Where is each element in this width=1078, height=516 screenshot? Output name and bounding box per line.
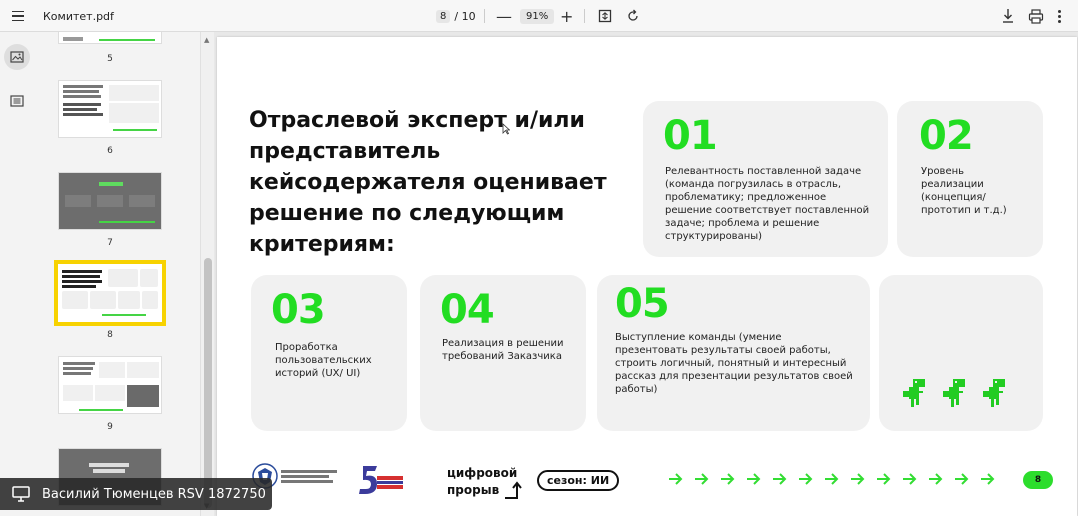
criterion-text: Реализация в решении требований Заказчик…	[442, 338, 564, 362]
pixel-dino-icon	[903, 379, 1005, 407]
cifrovoy-proryv-logo: цифровой прорыв	[447, 467, 525, 500]
slide-page-number: 8	[1023, 471, 1053, 489]
scrollbar-thumb[interactable]	[204, 258, 212, 508]
page-thumbnail-selected[interactable]	[54, 260, 166, 326]
thumbnail-page-number: 8	[107, 330, 113, 340]
remote-session-user-bar[interactable]: Василий Тюменцев RSV 1872750	[0, 478, 272, 510]
page-thumbnail[interactable]	[58, 32, 162, 44]
logo-line-2: прорыв	[447, 482, 500, 497]
slide-headline: Отраслевой эксперт и/или представитель к…	[249, 108, 607, 257]
page-thumbnail[interactable]	[58, 356, 162, 414]
criterion-number: 03	[271, 287, 326, 333]
page-thumbnail[interactable]	[58, 172, 162, 230]
download-icon[interactable]	[1001, 0, 1015, 32]
dino-decoration-card	[879, 275, 1043, 431]
criterion-card-05: 05 Выступление команды (умение презентов…	[597, 275, 870, 431]
file-title: Комитет.pdf	[43, 9, 114, 23]
criterion-number: 05	[615, 281, 670, 327]
monitor-icon	[12, 486, 30, 502]
zoom-in-button[interactable]: +	[560, 0, 573, 32]
pdf-toolbar: Комитет.pdf 8 / 10 — 91% +	[0, 0, 1078, 32]
zoom-value[interactable]: 91%	[520, 8, 555, 24]
thumbnail-panel: 5 6 7 8 9	[34, 32, 200, 516]
page-indicator: 8 / 10	[436, 0, 476, 32]
toolbar-divider	[484, 9, 485, 23]
season-badge: сезон: ИИ	[537, 470, 620, 491]
arrow-up-icon	[505, 481, 522, 499]
criterion-text: Уровень реализации (концепция/ прототип …	[921, 166, 1007, 216]
criterion-number: 04	[440, 287, 495, 333]
page-thumbnail[interactable]	[58, 80, 162, 138]
menu-icon[interactable]	[10, 0, 26, 32]
print-icon[interactable]	[1028, 0, 1044, 32]
criterion-text: Проработка пользовательских историй (UX/…	[275, 342, 372, 379]
green-arrows-decoration	[667, 472, 1007, 486]
criterion-text: Выступление команды (умение презентовать…	[615, 332, 853, 395]
thumbnail-page-number: 7	[107, 238, 113, 248]
criterion-card-01: 01 Релевантность поставленной задаче (ко…	[643, 101, 888, 257]
zoom-level[interactable]: 91%	[520, 0, 555, 32]
ministry-logo-text	[281, 470, 341, 483]
more-options-icon[interactable]	[1058, 0, 1061, 32]
russia-country-of-opportunities-logo	[357, 464, 405, 500]
thumbnail-page-number: 6	[107, 146, 113, 156]
criterion-card-02: 02 Уровень реализации (концепция/ протот…	[897, 101, 1043, 257]
outline-view-icon[interactable]	[4, 88, 30, 114]
thumbnails-view-icon[interactable]	[4, 44, 30, 70]
user-name: Василий Тюменцев RSV 1872750	[42, 486, 266, 502]
criterion-card-04: 04 Реализация в решении требований Заказ…	[420, 275, 586, 431]
thumbnail-page-number: 5	[107, 54, 113, 64]
zoom-out-button[interactable]: —	[496, 0, 512, 32]
criterion-card-03: 03 Проработка пользовательских историй (…	[251, 275, 407, 431]
criterion-number: 02	[919, 113, 974, 159]
rotate-icon[interactable]	[626, 0, 640, 32]
criterion-text: Релевантность поставленной задаче (коман…	[665, 166, 870, 242]
scroll-up-icon[interactable]: ▲	[204, 36, 209, 44]
thumbnail-scrollbar[interactable]: ▲ ▼	[200, 32, 214, 516]
fit-page-icon[interactable]	[598, 0, 612, 32]
page-number-input[interactable]: 8	[436, 9, 451, 23]
criterion-number: 01	[663, 113, 718, 159]
page-total: / 10	[454, 9, 476, 23]
mouse-cursor-icon	[502, 123, 511, 138]
logo-line-1: цифровой	[447, 466, 518, 480]
sidebar-rail	[0, 32, 34, 516]
toolbar-divider	[584, 9, 585, 23]
thumbnail-page-number: 9	[107, 422, 113, 432]
pdf-page: Отраслевой эксперт и/или представитель к…	[217, 37, 1077, 516]
